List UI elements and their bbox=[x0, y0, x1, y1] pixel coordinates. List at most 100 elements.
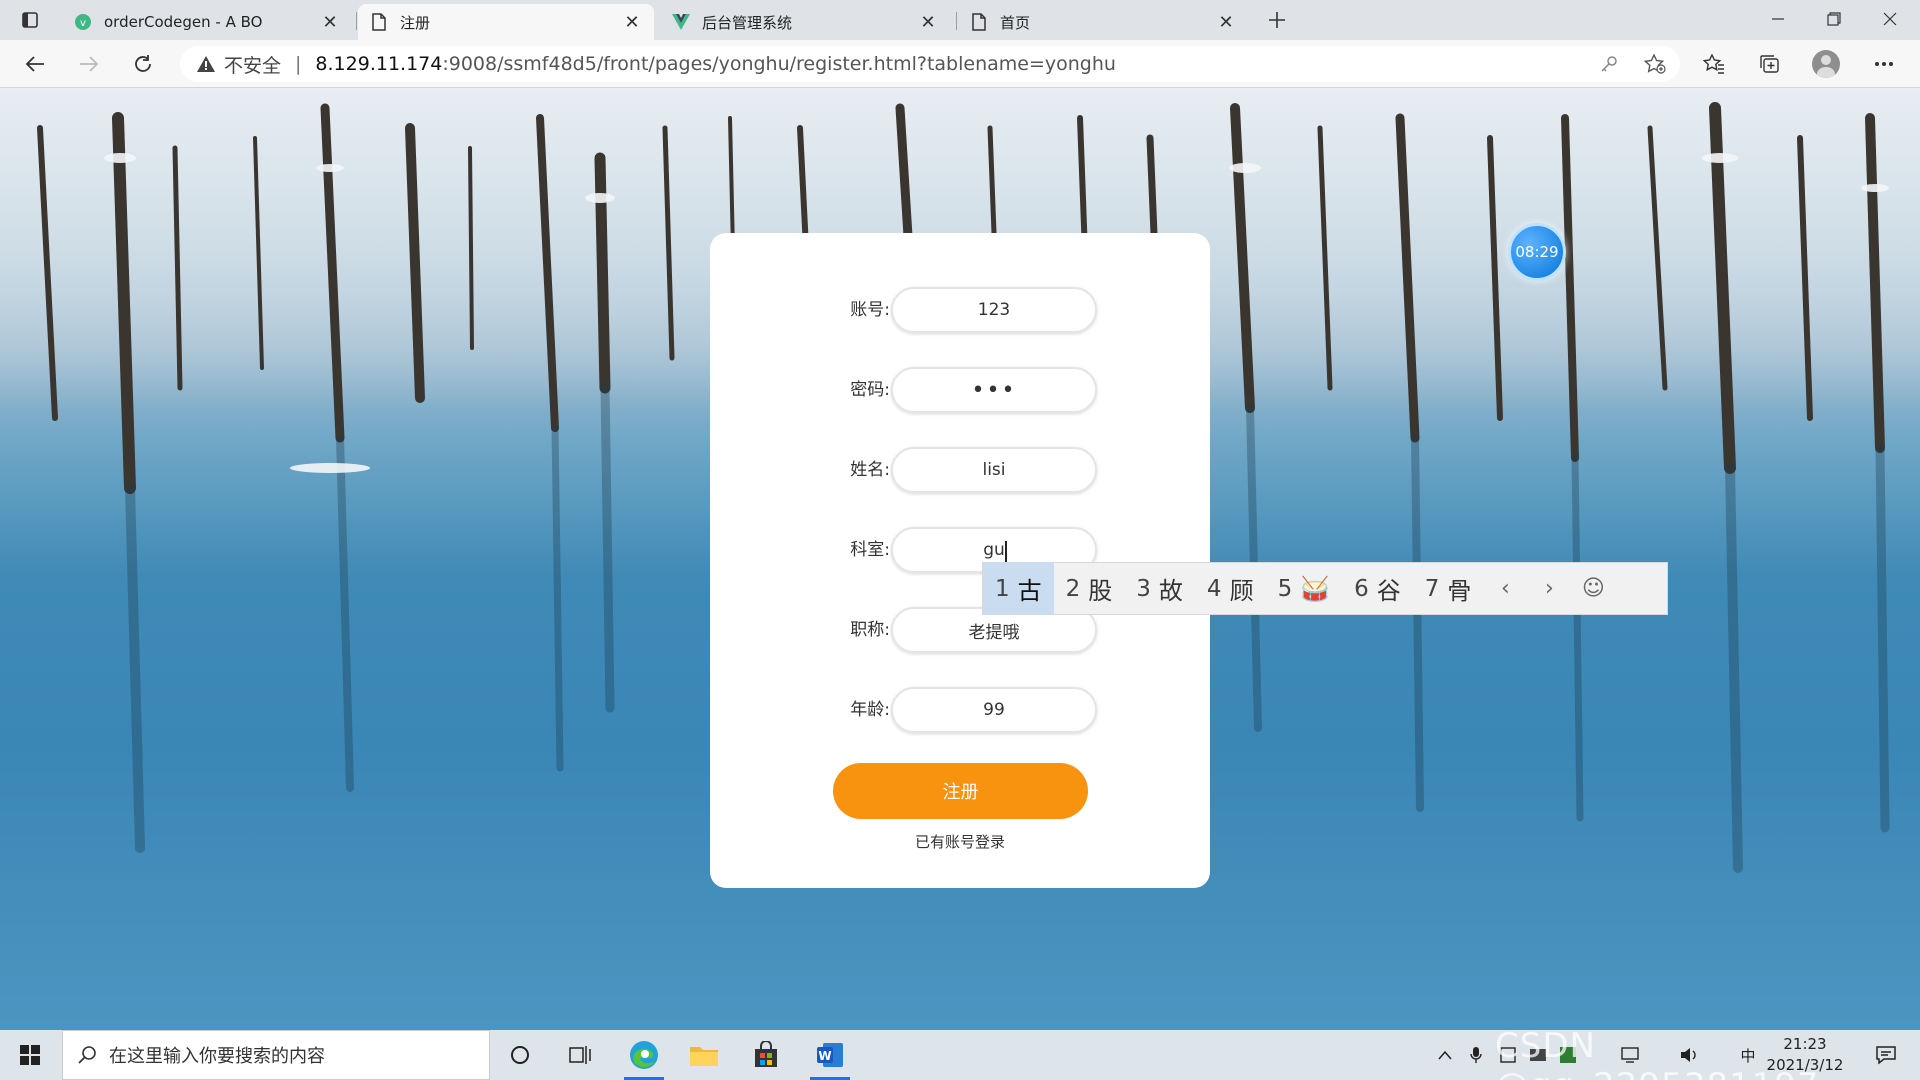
microphone-icon[interactable] bbox=[1462, 1030, 1490, 1080]
browser-tab-strip: v orderCodegen - A BO ✕ 注册 ✕ 后台管理系统 ✕ 首页… bbox=[0, 0, 1920, 40]
browser-toolbar: 不安全 | 8.129.11.174 :9008/ssmf48d5/front/… bbox=[0, 40, 1920, 88]
ime-candidate[interactable]: 1 古 bbox=[983, 562, 1054, 615]
key-icon[interactable] bbox=[1592, 46, 1626, 82]
candidate-number: 2 bbox=[1065, 575, 1081, 602]
csdn-watermark: CSDN @qq_2295381197 bbox=[1495, 1026, 1818, 1080]
department-label: 科室: bbox=[850, 540, 890, 560]
tab-label: 注册 bbox=[400, 13, 431, 32]
form-row-password: 密码: bbox=[710, 367, 1210, 413]
candidate-number: 6 bbox=[1354, 575, 1369, 602]
clock-widget[interactable]: 08:29 bbox=[1508, 223, 1566, 281]
candidate-text: 骨 bbox=[1447, 577, 1472, 605]
new-tab-button[interactable] bbox=[1262, 6, 1292, 34]
refresh-button[interactable] bbox=[126, 48, 160, 80]
tab-label: orderCodegen - A BO bbox=[104, 13, 263, 31]
svg-text:v: v bbox=[80, 18, 86, 29]
favorites-icon[interactable] bbox=[1696, 48, 1732, 80]
tab-ordercodegen[interactable]: v orderCodegen - A BO ✕ bbox=[62, 4, 352, 40]
page-icon bbox=[970, 13, 988, 31]
minimize-button[interactable] bbox=[1750, 0, 1806, 38]
page-icon bbox=[370, 13, 388, 31]
security-warning[interactable]: 不安全 bbox=[196, 51, 281, 78]
tab-admin-system[interactable]: 后台管理系统 ✕ bbox=[660, 4, 950, 40]
file-explorer-icon[interactable] bbox=[678, 1030, 730, 1080]
tab-divider bbox=[356, 12, 357, 30]
account-input[interactable] bbox=[891, 287, 1097, 333]
start-button[interactable] bbox=[0, 1030, 60, 1080]
ime-candidate[interactable]: 4 顾 bbox=[1195, 562, 1266, 615]
age-label: 年龄: bbox=[850, 700, 890, 720]
taskbar-search-box[interactable]: 在这里输入你要搜索的内容 bbox=[62, 1030, 490, 1080]
ime-next-page-icon[interactable]: › bbox=[1527, 562, 1571, 615]
candidate-text: 股 bbox=[1088, 577, 1113, 605]
collections-icon[interactable] bbox=[1752, 48, 1788, 80]
add-favorite-icon[interactable] bbox=[1638, 46, 1672, 82]
profile-avatar[interactable] bbox=[1808, 48, 1844, 80]
tab-register[interactable]: 注册 ✕ bbox=[358, 4, 654, 40]
account-label: 账号: bbox=[850, 300, 890, 320]
tab-actions-icon[interactable] bbox=[10, 6, 50, 34]
form-row-account: 账号: bbox=[710, 287, 1210, 333]
forward-button[interactable] bbox=[72, 48, 106, 80]
restore-button[interactable] bbox=[1806, 0, 1862, 38]
ime-prev-page-icon[interactable]: ‹ bbox=[1483, 562, 1527, 615]
age-input[interactable] bbox=[891, 687, 1097, 733]
candidate-number: 5 bbox=[1277, 575, 1293, 602]
candidate-number: 3 bbox=[1136, 575, 1151, 602]
title-label: 职称: bbox=[850, 620, 890, 640]
tab-label: 首页 bbox=[1000, 13, 1031, 32]
name-label: 姓名: bbox=[850, 460, 890, 480]
candidate-number: 4 bbox=[1206, 575, 1222, 602]
edge-browser-icon[interactable] bbox=[618, 1030, 670, 1080]
windows-logo-icon bbox=[20, 1045, 40, 1065]
vue-icon bbox=[672, 13, 690, 31]
cortana-icon[interactable] bbox=[494, 1030, 546, 1080]
avatar-icon bbox=[1812, 50, 1840, 78]
ime-candidate[interactable]: 5 🥁 bbox=[1266, 562, 1343, 615]
security-label: 不安全 bbox=[224, 54, 282, 77]
login-link[interactable]: 已有账号登录 bbox=[710, 831, 1210, 852]
ime-candidate[interactable]: 6 谷 bbox=[1342, 562, 1413, 615]
tab-home[interactable]: 首页 ✕ bbox=[958, 4, 1248, 40]
word-icon[interactable]: W bbox=[804, 1030, 856, 1080]
candidate-text: 顾 bbox=[1229, 577, 1254, 605]
close-icon[interactable]: ✕ bbox=[622, 12, 642, 33]
candidate-number: 7 bbox=[1424, 575, 1440, 602]
close-window-button[interactable] bbox=[1862, 0, 1918, 38]
candidate-number: 1 bbox=[995, 575, 1010, 602]
url-path: :9008/ssmf48d5/front/pages/yonghu/regist… bbox=[442, 53, 1116, 75]
search-icon bbox=[78, 1046, 96, 1064]
more-menu-icon[interactable] bbox=[1866, 48, 1902, 80]
candidate-text: 谷 bbox=[1376, 577, 1401, 605]
candidate-emoji: 🥁 bbox=[1300, 574, 1331, 603]
text-cursor bbox=[1005, 541, 1007, 563]
svg-text:W: W bbox=[818, 1049, 831, 1063]
tab-divider bbox=[956, 12, 957, 30]
password-input[interactable] bbox=[891, 367, 1097, 413]
store-icon[interactable] bbox=[740, 1030, 792, 1080]
close-icon[interactable]: ✕ bbox=[918, 12, 938, 33]
register-card: 账号: 密码: 姓名: 科室: 职称: 年龄: 注册 已有账号登录 bbox=[710, 233, 1210, 888]
close-icon[interactable]: ✕ bbox=[1216, 12, 1236, 33]
ime-candidate[interactable]: 3 故 bbox=[1124, 562, 1195, 615]
url-host: 8.129.11.174 bbox=[315, 53, 443, 75]
ime-candidate[interactable]: 2 股 bbox=[1054, 562, 1125, 615]
ime-candidate[interactable]: 7 骨 bbox=[1413, 562, 1484, 615]
url-divider: | bbox=[295, 53, 302, 75]
register-button[interactable]: 注册 bbox=[833, 763, 1088, 819]
ime-emoji-icon[interactable]: ☺ bbox=[1571, 562, 1615, 615]
form-row-name: 姓名: bbox=[710, 447, 1210, 493]
close-icon[interactable]: ✕ bbox=[320, 12, 340, 33]
password-label: 密码: bbox=[850, 380, 890, 400]
task-view-icon[interactable] bbox=[554, 1030, 606, 1080]
back-button[interactable] bbox=[18, 48, 52, 80]
address-bar[interactable]: 不安全 | 8.129.11.174 :9008/ssmf48d5/front/… bbox=[180, 46, 1680, 82]
candidate-text: 故 bbox=[1158, 577, 1183, 605]
candidate-text: 古 bbox=[1017, 577, 1042, 605]
form-row-age: 年龄: bbox=[710, 687, 1210, 733]
search-placeholder: 在这里输入你要搜索的内容 bbox=[109, 1046, 325, 1067]
ime-candidate-bar: 1 古 2 股 3 故 4 顾 5 🥁 6 谷 7 骨 ‹ › ☺ bbox=[982, 562, 1668, 615]
tray-overflow-icon[interactable] bbox=[1432, 1030, 1458, 1080]
name-input[interactable] bbox=[891, 447, 1097, 493]
tab-label: 后台管理系统 bbox=[702, 13, 793, 32]
